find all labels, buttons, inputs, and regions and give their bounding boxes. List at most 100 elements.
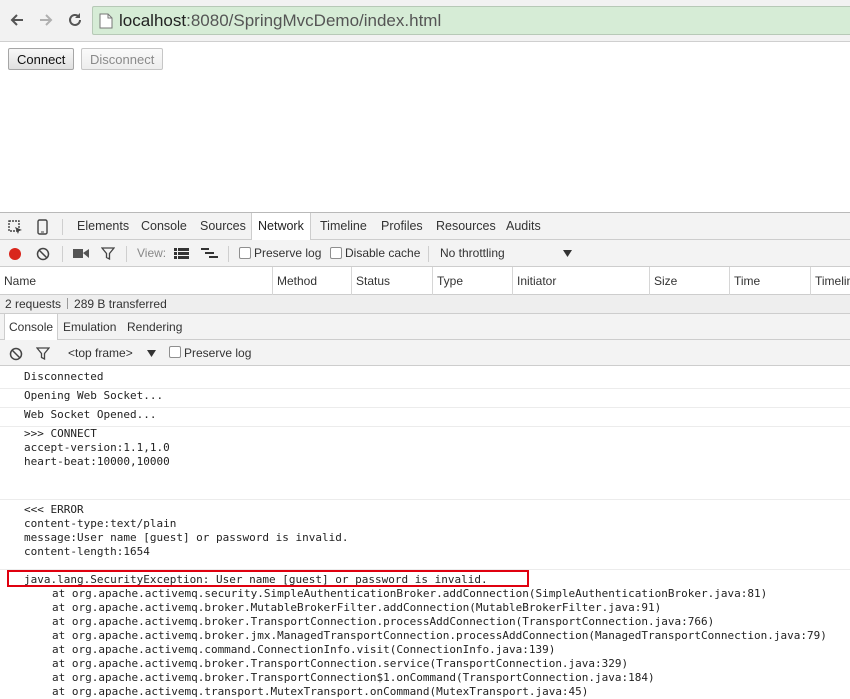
disable-cache-label: Disable cache xyxy=(345,246,421,260)
console-filter-button[interactable] xyxy=(35,346,50,361)
network-summary: 2 requests 289 B transferred xyxy=(0,295,850,314)
tab-sources[interactable]: Sources xyxy=(194,213,252,240)
browser-toolbar: localhost:8080/SpringMvcDemo/index.html xyxy=(0,0,850,42)
tab-audits[interactable]: Audits xyxy=(500,213,547,240)
column-timeline[interactable]: Timeline xyxy=(811,267,850,295)
inspect-element-button[interactable] xyxy=(7,219,23,235)
console-message-text: Disconnected xyxy=(24,370,104,383)
url-text: localhost:8080/SpringMvcDemo/index.html xyxy=(119,11,441,31)
drawer-tab-console[interactable]: Console xyxy=(4,314,59,341)
large-rows-button[interactable] xyxy=(173,247,189,260)
console-message: Web Socket Opened... xyxy=(0,408,850,427)
drawer-tab-emulation[interactable]: Emulation xyxy=(59,314,120,340)
stack-frame: at org.apache.activemq.broker.jmx.Manage… xyxy=(52,629,827,642)
drawer-tabbar: Console Emulation Rendering xyxy=(0,314,850,341)
disable-cache-checkbox[interactable] xyxy=(330,247,342,259)
toolbar-divider xyxy=(62,219,63,235)
console-message: >>> CONNECT accept-version:1.1,1.0 heart… xyxy=(0,427,850,500)
column-time[interactable]: Time xyxy=(730,267,810,295)
url-path: :8080/SpringMvcDemo/index.html xyxy=(186,10,442,30)
device-mode-button[interactable] xyxy=(35,218,49,235)
throttling-select[interactable]: No throttling xyxy=(440,240,505,267)
console-message-text: >>> CONNECT accept-version:1.1,1.0 heart… xyxy=(24,427,170,468)
inspect-icon xyxy=(7,219,22,234)
capture-screenshots-button[interactable] xyxy=(72,247,89,260)
overview-button[interactable] xyxy=(200,247,218,260)
column-status[interactable]: Status xyxy=(352,267,432,295)
devtools-tabbar: Elements Console Sources Network Timelin… xyxy=(0,213,850,241)
record-button[interactable] xyxy=(7,246,22,261)
tab-timeline[interactable]: Timeline xyxy=(314,213,373,240)
filter-icon xyxy=(35,347,50,360)
tab-network[interactable]: Network xyxy=(251,213,311,241)
stack-frame: at org.apache.activemq.command.Connectio… xyxy=(52,643,556,656)
network-table-header: Name Method Status Type Initiator Size T… xyxy=(0,267,850,295)
console-exception: java.lang.SecurityException: User name [… xyxy=(0,573,850,699)
console-message: Disconnected xyxy=(0,370,850,389)
reload-button[interactable] xyxy=(64,9,86,31)
console-message: Opening Web Socket... xyxy=(0,389,850,408)
stack-frame: at org.apache.activemq.broker.MutableBro… xyxy=(52,601,662,614)
stack-frame: at org.apache.activemq.broker.TransportC… xyxy=(52,657,629,670)
tab-profiles[interactable]: Profiles xyxy=(375,213,429,240)
view-label: View: xyxy=(137,246,167,260)
column-name[interactable]: Name xyxy=(0,267,272,295)
video-camera-icon xyxy=(72,249,89,258)
record-icon xyxy=(8,247,21,260)
reload-icon xyxy=(69,13,81,26)
frame-dropdown-arrow[interactable] xyxy=(146,349,156,357)
exception-highlight-box xyxy=(7,570,529,587)
console-message-text: Opening Web Socket... xyxy=(24,389,164,402)
filter-icon xyxy=(100,247,115,260)
back-icon xyxy=(10,14,23,26)
tab-elements[interactable]: Elements xyxy=(71,213,135,240)
mobile-device-icon xyxy=(36,218,48,235)
summary-divider xyxy=(67,298,69,309)
console-output: Disconnected Opening Web Socket... Web S… xyxy=(0,366,850,699)
stack-frame: at org.apache.activemq.broker.TransportC… xyxy=(52,615,715,628)
toolbar-divider xyxy=(228,246,229,262)
clear-button[interactable] xyxy=(35,246,50,261)
connect-button[interactable]: Connect xyxy=(8,48,75,70)
forward-icon xyxy=(40,14,53,26)
column-type[interactable]: Type xyxy=(433,267,512,295)
disconnect-button[interactable]: Disconnect xyxy=(81,48,164,70)
summary-requests: 2 requests xyxy=(5,297,62,311)
clear-console-button[interactable] xyxy=(8,346,23,361)
address-bar[interactable]: localhost:8080/SpringMvcDemo/index.html xyxy=(92,6,850,35)
drawer-tab-rendering[interactable]: Rendering xyxy=(123,314,186,340)
url-host: localhost xyxy=(119,10,187,30)
throttling-dropdown-arrow[interactable] xyxy=(562,249,572,257)
console-preserve-log-label: Preserve log xyxy=(184,346,252,360)
summary-transferred: 289 B transferred xyxy=(74,297,167,311)
column-method[interactable]: Method xyxy=(273,267,351,295)
tab-console[interactable]: Console xyxy=(135,213,193,240)
stack-frame: at org.apache.activemq.broker.TransportC… xyxy=(52,671,655,684)
chevron-down-icon xyxy=(146,349,156,357)
back-button[interactable] xyxy=(6,9,28,31)
frame-select[interactable]: <top frame> xyxy=(68,340,133,366)
clear-icon xyxy=(9,347,22,360)
chevron-down-icon xyxy=(562,249,572,257)
clear-icon xyxy=(36,247,49,260)
column-size[interactable]: Size xyxy=(650,267,729,295)
console-preserve-log-checkbox[interactable] xyxy=(169,346,181,358)
filter-button[interactable] xyxy=(100,246,115,261)
preserve-log-label: Preserve log xyxy=(254,246,322,260)
column-initiator[interactable]: Initiator xyxy=(513,267,649,295)
preserve-log-checkbox[interactable] xyxy=(239,247,251,259)
forward-button[interactable] xyxy=(35,9,57,31)
network-toolbar: View: Preserve log Disable cache No thro… xyxy=(0,240,850,267)
console-toolbar: <top frame> Preserve log xyxy=(0,340,850,366)
console-message-text: <<< ERROR content-type:text/plain messag… xyxy=(24,503,349,558)
console-message: <<< ERROR content-type:text/plain messag… xyxy=(0,503,850,570)
stack-frame: at org.apache.activemq.security.SimpleAu… xyxy=(52,587,768,600)
tab-resources[interactable]: Resources xyxy=(430,213,502,240)
list-view-icon xyxy=(173,248,189,259)
stack-frame: at org.apache.activemq.transport.MutexTr… xyxy=(52,685,589,698)
waterfall-icon xyxy=(200,248,218,258)
toolbar-divider xyxy=(126,246,127,262)
devtools-panel: Elements Console Sources Network Timelin… xyxy=(0,212,850,699)
toolbar-divider xyxy=(62,246,63,262)
console-message-text: Web Socket Opened... xyxy=(24,408,157,421)
